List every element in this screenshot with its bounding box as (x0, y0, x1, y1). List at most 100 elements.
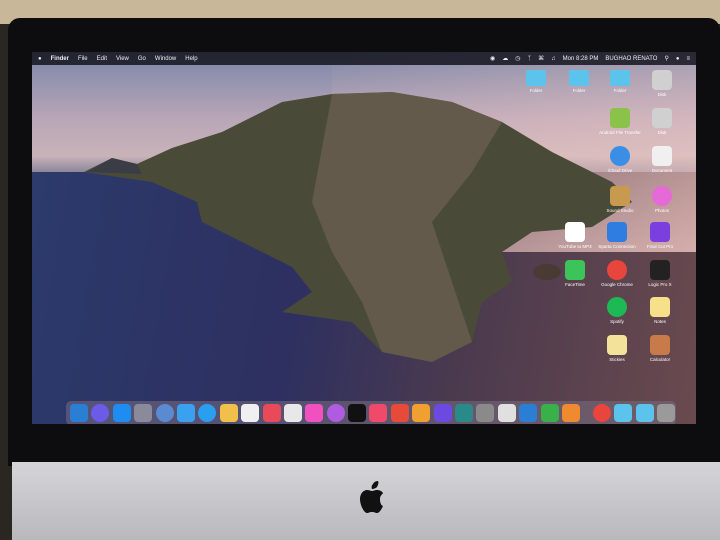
finder-icon[interactable] (70, 404, 88, 422)
chrome-icon (607, 260, 627, 280)
facetime-icon (565, 260, 585, 280)
icloud-icon (610, 146, 630, 166)
status-icon[interactable]: ◉ (490, 55, 495, 62)
notification-center-icon[interactable]: ≡ (686, 56, 690, 62)
cloud-status-icon[interactable]: ☁ (502, 55, 508, 62)
dock-app-icon[interactable] (614, 404, 633, 422)
folder-icon (610, 70, 630, 86)
volume-icon[interactable]: ♫ (551, 56, 556, 62)
desktop-icon[interactable]: Folder (514, 70, 558, 93)
dock-app-icon[interactable] (455, 404, 474, 422)
folder-icon (526, 70, 546, 86)
desktop-icon-label: Final Cut Pro (646, 244, 674, 249)
desktop-icon-label: Calculator (649, 357, 671, 362)
stickies-icon (607, 335, 627, 355)
microphone-icon (565, 222, 585, 242)
phone-sync-icon (607, 222, 627, 242)
desktop-icon[interactable]: Folder (557, 70, 601, 93)
desktop-icon[interactable]: Notes (638, 297, 682, 324)
menu-view[interactable]: View (116, 56, 129, 62)
bluetooth-icon[interactable]: ᛉ (528, 56, 532, 62)
external-drive-icon (652, 108, 672, 128)
desktop-icon-label: Sound Studio (606, 208, 634, 213)
clapper-icon (650, 222, 670, 242)
dock-app-icon[interactable] (283, 404, 302, 422)
desktop-icon-label: Photos (654, 208, 669, 213)
desktop-icon[interactable]: Sound Studio (598, 186, 642, 213)
spotlight-icon[interactable]: ⚲ (664, 55, 668, 62)
dock-app-icon[interactable] (176, 404, 195, 422)
desktop-icon[interactable]: Disk (640, 108, 684, 135)
desktop-icon[interactable]: Document (640, 146, 684, 173)
menu-window[interactable]: Window (155, 56, 176, 62)
dock-app-icon[interactable] (592, 404, 611, 422)
trash-icon[interactable] (656, 404, 675, 422)
desktop-icon-label: Notes (654, 319, 666, 324)
external-drive-icon (652, 70, 672, 90)
desktop-icon[interactable]: Sparta Connection (595, 222, 639, 249)
dock-app-icon[interactable] (112, 404, 131, 422)
dock-app-icon[interactable] (635, 404, 654, 422)
clock[interactable]: Mon 8:28 PM (563, 56, 599, 62)
user-name[interactable]: BUGHAO RENATO (605, 56, 657, 62)
dock-app-icon[interactable] (134, 404, 153, 422)
desktop-icon-label: Logic Pro X (648, 282, 672, 287)
spotify-icon (607, 297, 627, 317)
desktop-icon[interactable]: FaceTime (553, 260, 597, 287)
desktop-icon-label: YouTube to MP3 (558, 244, 592, 249)
logic-icon (650, 260, 670, 280)
dock-app-icon[interactable] (241, 404, 260, 422)
dock-app-icon[interactable] (433, 404, 452, 422)
desktop-icon-label: Disk (657, 92, 667, 97)
siri-icon[interactable]: ● (676, 56, 680, 62)
dock-app-icon[interactable] (476, 404, 495, 422)
desktop-icon[interactable]: Folder (598, 70, 642, 93)
dock-app-icon[interactable] (540, 404, 559, 422)
dock-app-icon[interactable] (198, 404, 217, 422)
desktop-icon[interactable]: Spotify (595, 297, 639, 324)
document-icon (652, 146, 672, 166)
menu-help[interactable]: Help (185, 56, 197, 62)
desktop-icon[interactable]: Stickies (595, 335, 639, 362)
desktop-icon[interactable]: Google Chrome (595, 260, 639, 287)
dock-app-icon[interactable] (219, 404, 238, 422)
folder-icon (569, 70, 589, 86)
desktop-icon-label: Sparta Connection (598, 244, 636, 249)
apple-menu-icon[interactable]: ● (38, 56, 42, 62)
dock-app-icon[interactable] (348, 404, 367, 422)
desktop-icon[interactable]: Logic Pro X (638, 260, 682, 287)
wifi-icon[interactable]: ⌘ (538, 55, 544, 62)
dock-app-icon[interactable] (155, 404, 174, 422)
apple-logo-icon (360, 481, 383, 513)
dock-app-icon[interactable] (369, 404, 388, 422)
dock-app-icon[interactable] (497, 404, 516, 422)
desktop-icon[interactable]: Disk (640, 70, 684, 97)
menu-go[interactable]: Go (138, 56, 146, 62)
desktop-icon-label: Android File Transfer (599, 130, 641, 135)
dock-app-icon[interactable] (91, 404, 110, 422)
desktop-icon[interactable]: Calculator (638, 335, 682, 362)
desktop-icon[interactable]: Final Cut Pro (638, 222, 682, 249)
dock-app-icon[interactable] (262, 404, 281, 422)
dock-app-icon[interactable] (390, 404, 409, 422)
menu-file[interactable]: File (78, 56, 88, 62)
dock-app-icon[interactable] (561, 404, 580, 422)
dock-app-icon[interactable] (519, 404, 538, 422)
desktop-icon-label: Disk (657, 130, 667, 135)
desktop-icon-label: Google Chrome (601, 282, 633, 287)
dock-app-icon[interactable] (305, 404, 324, 422)
desktop-icon[interactable]: YouTube to MP3 (553, 222, 597, 249)
desktop-icon[interactable]: Android File Transfer (598, 108, 642, 135)
menu-edit[interactable]: Edit (97, 56, 107, 62)
desktop-icon-label: Folder (572, 88, 586, 93)
macos-desktop: ● Finder File Edit View Go Window Help ◉… (32, 52, 696, 424)
menu-bar: ● Finder File Edit View Go Window Help ◉… (32, 52, 696, 65)
menu-finder[interactable]: Finder (51, 56, 69, 62)
color-wheel-icon (652, 186, 672, 206)
dock-app-icon[interactable] (326, 404, 345, 422)
dock-app-icon[interactable] (412, 404, 431, 422)
time-machine-icon[interactable]: ◷ (515, 55, 520, 62)
desktop-icon[interactable]: iCloud Drive (598, 146, 642, 173)
desktop-icon-label: Stickies (609, 357, 625, 362)
desktop-icon[interactable]: Photos (640, 186, 684, 213)
